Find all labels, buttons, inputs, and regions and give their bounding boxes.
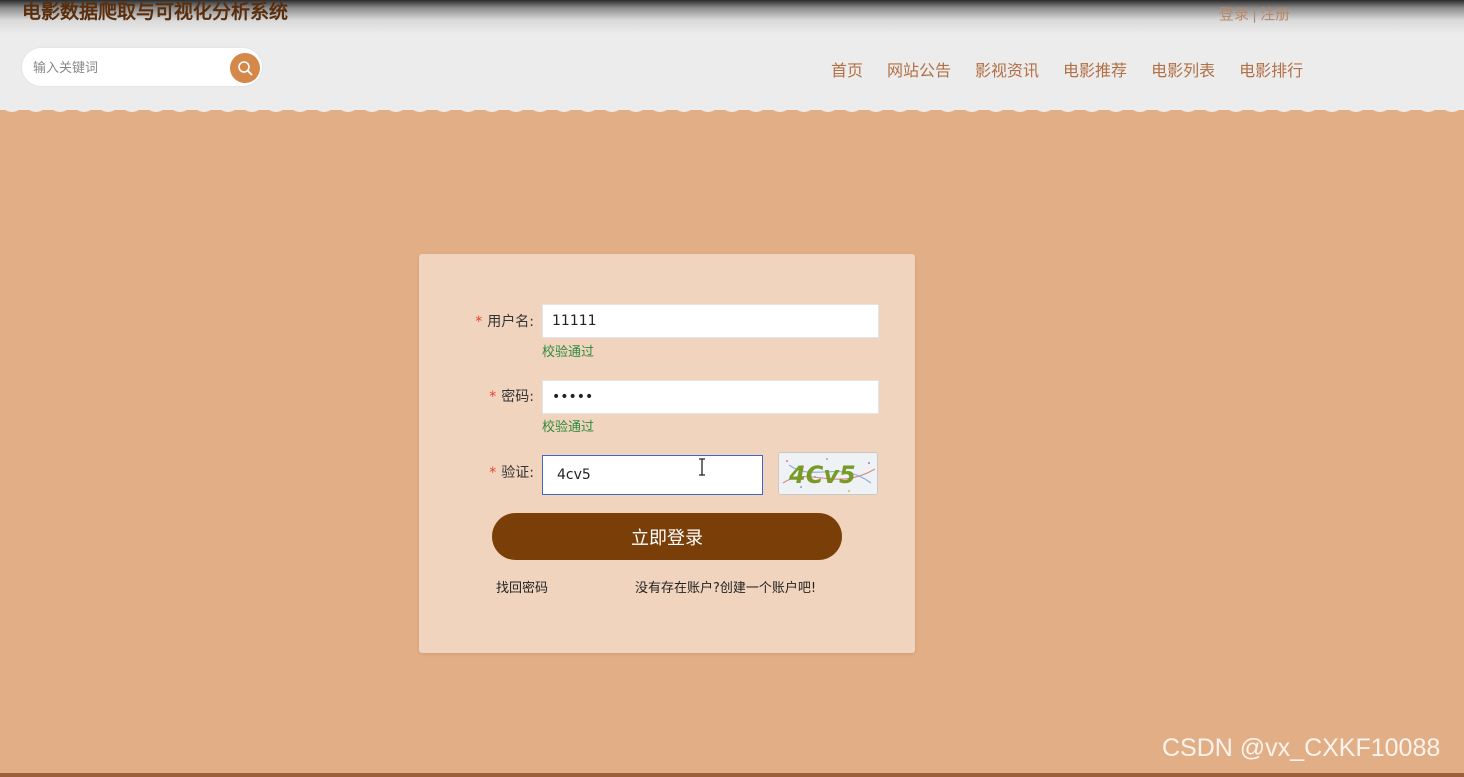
- wave-border: [0, 96, 1464, 112]
- register-link[interactable]: 注册: [1260, 5, 1290, 23]
- nav-movie-ranking[interactable]: 电影排行: [1239, 60, 1303, 82]
- password-valid-hint: 校验通过: [542, 420, 595, 435]
- nav-home[interactable]: 首页: [831, 60, 863, 82]
- captcha-image-text: 4Cv5: [788, 461, 856, 489]
- bottom-border: [0, 773, 1464, 777]
- password-input[interactable]: [542, 380, 879, 414]
- captcha-label: * 验证:: [489, 465, 534, 481]
- search-button[interactable]: [230, 53, 260, 83]
- main-nav: 首页 网站公告 影视资讯 电影推荐 电影列表 电影排行: [831, 60, 1303, 82]
- captcha-input[interactable]: [542, 455, 763, 495]
- text-cursor-icon: [699, 458, 705, 476]
- login-card: *用户名: 校验通过 *密码: 校验通过 *验证: 4Cv5 立即登录 找回密码…: [419, 254, 915, 653]
- search-icon: [238, 61, 253, 76]
- search-input[interactable]: [31, 57, 225, 79]
- register-prompt-link[interactable]: 没有存在账户?创建一个账户吧!: [635, 580, 816, 598]
- username-valid-hint: 校验通过: [542, 345, 595, 360]
- search-box: [22, 48, 262, 86]
- forgot-password-link[interactable]: 找回密码: [496, 580, 548, 598]
- required-mark: *: [489, 465, 497, 481]
- username-label: * 用户名:: [475, 314, 534, 330]
- nav-movie-recommend[interactable]: 电影推荐: [1063, 60, 1127, 82]
- nav-film-news[interactable]: 影视资讯: [975, 60, 1039, 82]
- site-title: 电影数据爬取与可视化分析系统: [22, 1, 289, 23]
- required-mark: *: [475, 314, 483, 330]
- username-input[interactable]: [542, 304, 879, 338]
- login-link[interactable]: 登录: [1219, 5, 1249, 23]
- watermark: CSDN @vx_CXKF10088: [1162, 734, 1441, 762]
- required-mark: *: [489, 389, 497, 405]
- captcha-image[interactable]: 4Cv5: [778, 452, 878, 495]
- password-label: * 密码:: [489, 389, 534, 405]
- auth-links: 登录 | 注册: [1219, 4, 1290, 24]
- login-submit-button[interactable]: 立即登录: [492, 513, 842, 560]
- nav-announcements[interactable]: 网站公告: [887, 60, 951, 82]
- auth-separator: |: [1252, 5, 1258, 23]
- nav-movie-list[interactable]: 电影列表: [1151, 60, 1215, 82]
